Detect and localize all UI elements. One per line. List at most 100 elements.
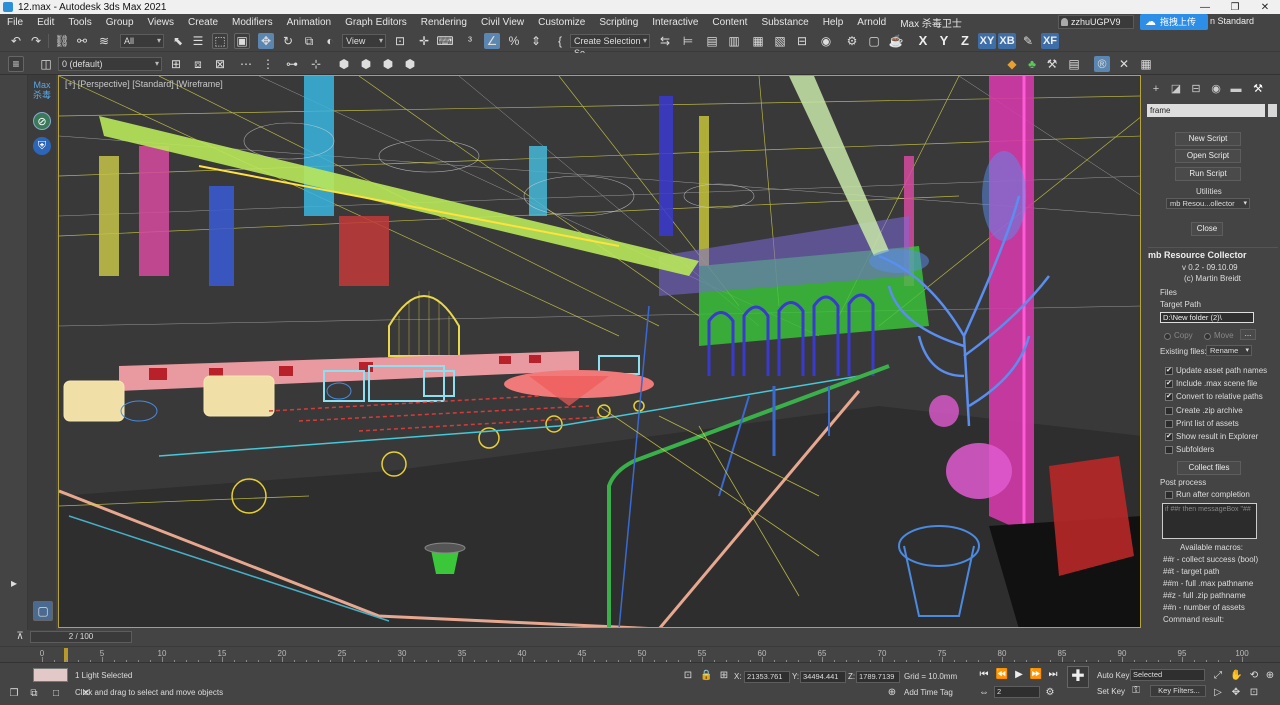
maximize-button[interactable]: ❐ (1220, 2, 1250, 13)
menu-arnold[interactable]: Arnold (850, 17, 893, 28)
copy-radio[interactable] (1164, 333, 1171, 340)
perspective-viewport[interactable]: [+] [Perspective] [Standard] [Wireframe] (58, 75, 1141, 628)
tree-plugin-icon[interactable]: ♣ (1024, 56, 1040, 72)
set-key-big-icon[interactable]: ✚ (1067, 666, 1089, 688)
pivot-center-icon[interactable]: ⊡ (392, 33, 408, 49)
selected-set-dropdown[interactable]: Selected (1130, 669, 1205, 681)
create-zip-checkbox[interactable] (1165, 407, 1173, 415)
collect-files-button[interactable]: Collect files (1177, 461, 1241, 475)
axis-z-button[interactable]: Z (956, 33, 974, 49)
new-script-button[interactable]: New Script (1175, 132, 1241, 146)
reference-coordinate-dropdown[interactable]: View (342, 34, 386, 48)
utilities-tab-icon[interactable]: ⚒ (1250, 82, 1266, 96)
open-script-button[interactable]: Open Script (1175, 149, 1241, 163)
window-crossing-icon[interactable]: ▣ (234, 33, 250, 49)
previous-frame-icon[interactable]: ⏪ (995, 669, 1009, 681)
material-editor-icon[interactable]: ◉ (818, 33, 834, 49)
select-and-scale-icon[interactable]: ⧉ (301, 33, 317, 49)
select-object-icon[interactable]: ⬉ (170, 33, 186, 49)
cross-plugin-icon[interactable]: ✕ (1116, 56, 1132, 72)
close-utility-button[interactable]: Close (1191, 222, 1223, 236)
command-panel-search-field[interactable]: frame (1147, 104, 1265, 117)
go-to-end-icon[interactable]: ⏭ (1046, 669, 1060, 681)
shield-protect-icon[interactable]: ⛨ (33, 137, 51, 155)
spinner-snap-icon[interactable]: ⇕ (528, 33, 544, 49)
rectangular-selection-icon[interactable]: ⬚ (212, 33, 228, 49)
time-configuration-icon[interactable]: ⚙ (1044, 687, 1056, 699)
menu-tools[interactable]: Tools (61, 17, 98, 28)
selection-lock-icon[interactable]: 🔒 (700, 670, 712, 682)
rc-plugin-icon[interactable]: ® (1094, 56, 1110, 72)
run-after-checkbox[interactable] (1165, 491, 1173, 499)
taskbar-square-icon[interactable]: □ (50, 688, 62, 700)
key-icon[interactable]: ⚿ (1130, 685, 1142, 697)
redo-icon[interactable]: ↷ (28, 33, 44, 49)
create-tab-icon[interactable]: + (1148, 82, 1164, 96)
select-and-move-icon[interactable]: ✥ (258, 33, 274, 49)
time-tag-icon[interactable]: ⊕ (886, 687, 898, 699)
move-radio[interactable] (1204, 333, 1211, 340)
command-panel-scrollbar[interactable] (1268, 104, 1277, 117)
axis-xf-button[interactable]: XF (1041, 33, 1059, 49)
list-plugin-icon[interactable]: ▤ (1066, 56, 1082, 72)
mirror-icon[interactable]: ⇆ (657, 33, 673, 49)
menu-content[interactable]: Content (705, 17, 754, 28)
menu-interactive[interactable]: Interactive (645, 17, 705, 28)
create-layer-icon[interactable]: ⊞ (168, 56, 184, 72)
layer-dropdown[interactable]: 0 (default) (58, 57, 162, 71)
next-frame-icon[interactable]: ⏩ (1029, 669, 1043, 681)
menu-edit[interactable]: Edit (30, 17, 61, 28)
curve-editor-icon[interactable]: ▧ (772, 33, 788, 49)
selection-filter-dropdown[interactable]: All (120, 34, 164, 48)
menu-group[interactable]: Group (99, 17, 141, 28)
ribbon-icon[interactable]: ▦ (750, 33, 766, 49)
go-to-start-icon[interactable]: ⏮ (977, 669, 991, 681)
post-process-script-field[interactable]: if ##r then messageBox "## (1162, 503, 1257, 539)
existing-files-dropdown[interactable]: Rename (1206, 345, 1252, 356)
tools-plugin-icon[interactable]: ⚒ (1044, 56, 1060, 72)
z-coordinate-field[interactable]: 1789.7139 (856, 671, 900, 683)
zoom-all-icon[interactable]: ⊕ (1264, 670, 1276, 682)
workspace-dropdown[interactable]: n Standard (1210, 16, 1254, 26)
print-assets-checkbox[interactable] (1165, 420, 1173, 428)
add-time-tag-button[interactable]: Add Time Tag (904, 688, 953, 697)
subfolders-checkbox[interactable] (1165, 446, 1173, 454)
close-button[interactable]: ✕ (1250, 2, 1280, 13)
rendered-frame-window-icon[interactable]: ▢ (866, 33, 882, 49)
spacing-tool-icon[interactable]: ⊶ (284, 56, 300, 72)
display-tab-icon[interactable]: ▬ (1228, 82, 1244, 96)
plugin-tool-1-icon[interactable]: ⬢ (336, 56, 352, 72)
layer-manager-icon[interactable]: ⊠ (212, 56, 228, 72)
absolute-mode-icon[interactable]: ⊞ (718, 670, 730, 682)
timeline-ruler[interactable]: 0 5 10 15 20 25 30 35 40 45 50 55 60 65 70 75 80 85 90 95 10… (0, 646, 1280, 662)
zoom-extents-icon[interactable]: ⤢ (1212, 670, 1224, 682)
edit-named-selection-icon[interactable]: { (552, 33, 568, 49)
include-max-checkbox[interactable] (1165, 379, 1173, 388)
timeline-collapse-icon[interactable]: ⊼ (14, 631, 26, 643)
y-coordinate-field[interactable]: 34494.441 (800, 671, 846, 683)
menu-views[interactable]: Views (141, 17, 182, 28)
plugin-tool-4-icon[interactable]: ⬢ (402, 56, 418, 72)
menu-civil-view[interactable]: Civil View (474, 17, 531, 28)
taskbar-window-icon[interactable]: ❐ (8, 688, 20, 700)
menu-file[interactable]: File (0, 17, 30, 28)
key-mode-toggle-icon[interactable]: ⇔ (978, 687, 990, 699)
current-frame-field[interactable]: 2 (994, 686, 1040, 698)
axis-xb-button[interactable]: XB (998, 33, 1016, 49)
menu-create[interactable]: Create (181, 17, 225, 28)
script-icon[interactable]: ✎ (1020, 33, 1036, 49)
field-of-view-icon[interactable]: ▷ (1212, 687, 1224, 699)
percent-snap-icon[interactable]: % (506, 33, 522, 49)
select-manipulate-icon[interactable]: ✛ (416, 33, 432, 49)
target-path-input[interactable]: D:\New folder (2)\ (1160, 312, 1254, 323)
auto-key-button[interactable]: Auto Key (1097, 671, 1129, 680)
menu-animation[interactable]: Animation (280, 17, 338, 28)
menu-max-antivirus[interactable]: Max 杀毒卫士 (893, 15, 969, 30)
browse-path-button[interactable]: ... (1240, 329, 1256, 340)
isolate-selection-icon[interactable]: ⊡ (682, 670, 694, 682)
taskbar-copy-icon[interactable]: ⧉ (28, 688, 40, 700)
show-explorer-checkbox[interactable] (1165, 432, 1173, 441)
viewport-label[interactable]: [+] [Perspective] [Standard] [Wireframe] (65, 79, 223, 89)
user-account-dropdown[interactable]: zzhuUGPV9 (1058, 15, 1134, 29)
menu-graph-editors[interactable]: Graph Editors (338, 17, 414, 28)
